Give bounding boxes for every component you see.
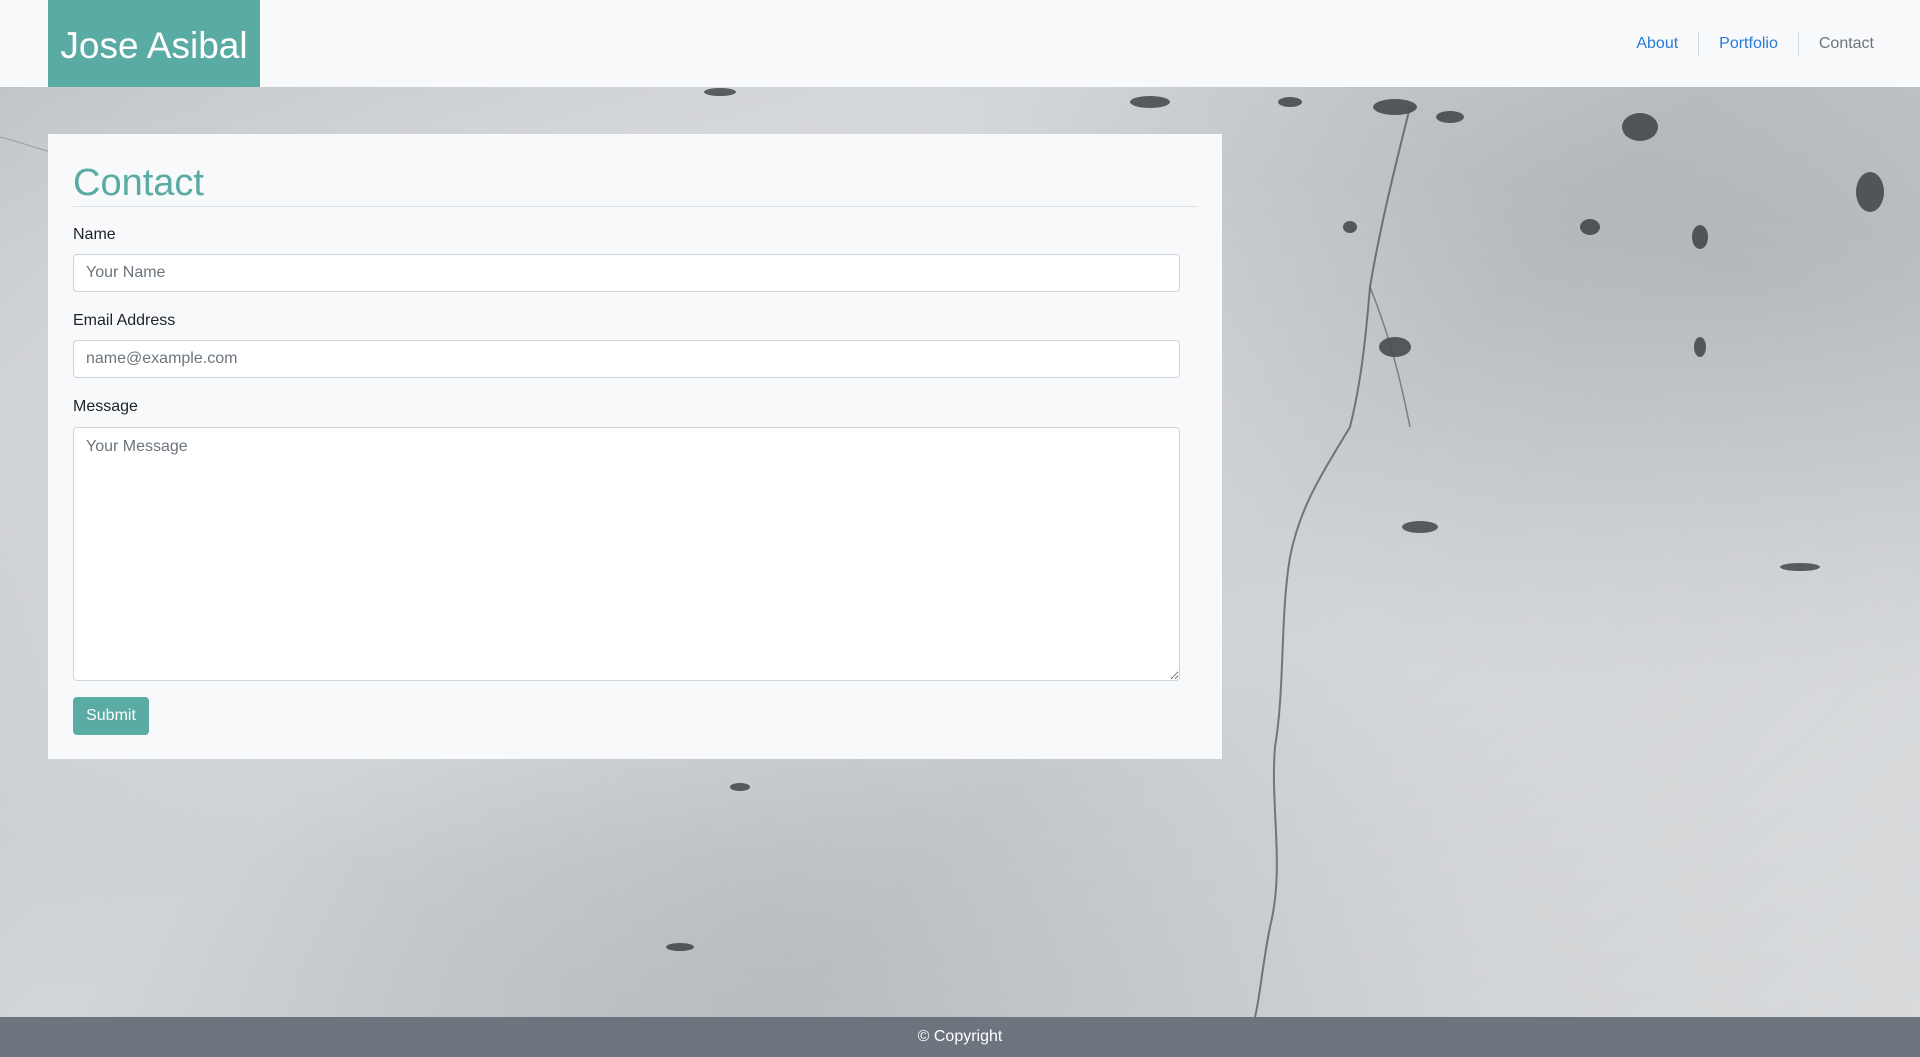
- nav-item-portfolio[interactable]: Portfolio: [1699, 32, 1798, 56]
- page-title: Contact: [73, 162, 204, 204]
- nav-links: About Portfolio Contact: [1616, 32, 1874, 56]
- message-label: Message: [73, 398, 138, 415]
- email-label: Email Address: [73, 312, 176, 329]
- nav-item-contact[interactable]: Contact: [1799, 32, 1874, 56]
- navbar: Jose Asibal About Portfolio Contact: [0, 0, 1920, 87]
- message-field[interactable]: [73, 427, 1180, 681]
- copyright-text: © Copyright: [917, 1028, 1003, 1045]
- name-field[interactable]: [73, 254, 1180, 292]
- nav-item-about[interactable]: About: [1616, 32, 1698, 56]
- footer: © Copyright: [0, 1017, 1920, 1057]
- contact-card: Contact Name Email Address Message Submi…: [48, 134, 1222, 759]
- title-divider: [73, 206, 1197, 207]
- brand-logo[interactable]: Jose Asibal: [48, 0, 260, 87]
- email-field[interactable]: [73, 340, 1180, 378]
- submit-button[interactable]: Submit: [73, 697, 149, 735]
- name-label: Name: [73, 226, 116, 243]
